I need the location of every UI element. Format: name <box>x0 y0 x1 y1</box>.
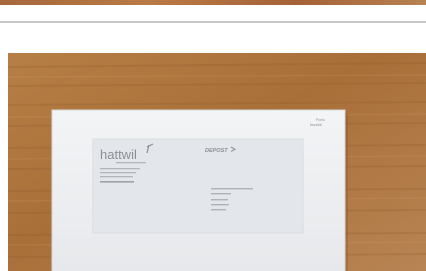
top-photo-edge <box>0 0 426 5</box>
envelope-photo-svg: Porto bezahlt hattwil DEPOST <box>8 53 426 271</box>
sender-logo: hattwil <box>100 147 137 162</box>
stamp-text-2: bezahlt <box>310 123 322 127</box>
divider <box>0 21 426 23</box>
page: Porto bezahlt hattwil DEPOST <box>0 0 426 271</box>
postal-logo: DEPOST <box>205 148 228 154</box>
envelope-photo: Porto bezahlt hattwil DEPOST <box>8 53 426 271</box>
stamp-text-1: Porto <box>316 118 325 122</box>
sender-footer-line <box>100 181 134 183</box>
sender-tagline <box>116 162 146 164</box>
